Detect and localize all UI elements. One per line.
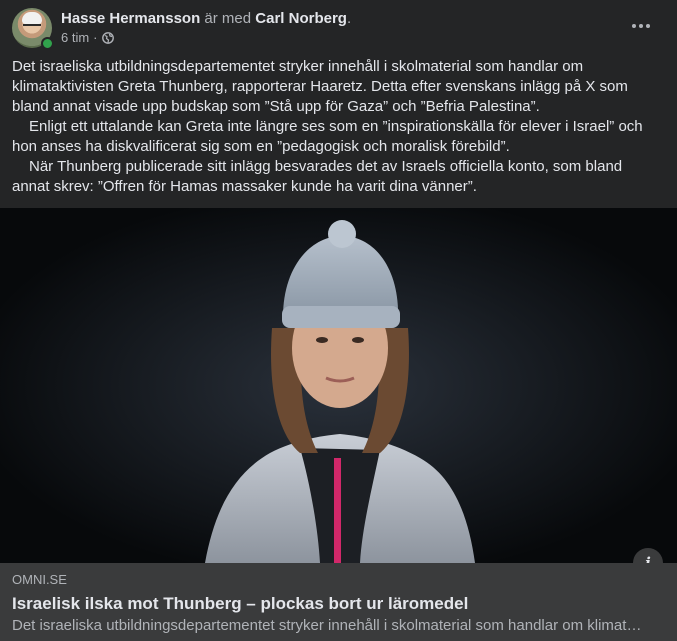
- post-paragraph: När Thunberg publicerade sitt inlägg bes…: [12, 158, 623, 195]
- portrait-photo: [0, 208, 677, 563]
- online-status-icon: [41, 37, 54, 50]
- author-name-link[interactable]: Hasse Hermansson: [61, 10, 200, 27]
- link-title[interactable]: Israelisk ilska mot Thunberg – plockas b…: [12, 593, 468, 615]
- post-paragraph: Enligt ett uttalande kan Greta inte läng…: [12, 118, 643, 155]
- link-preview-image[interactable]: i: [0, 208, 677, 563]
- post-header: Hasse Hermansson är med Carl Norberg. 6 …: [12, 8, 665, 50]
- link-preview-card[interactable]: OMNI.SE Israelisk ilska mot Thunberg – p…: [0, 563, 677, 641]
- facebook-post: Hasse Hermansson är med Carl Norberg. 6 …: [0, 0, 677, 641]
- post-paragraph: Det israeliska utbildningsdepartementet …: [12, 58, 628, 115]
- dot-icon: [639, 24, 643, 28]
- link-source: OMNI.SE: [12, 572, 67, 587]
- avatar-glasses: [23, 24, 41, 31]
- with-text: är med: [204, 10, 252, 27]
- post-text: Det israeliska utbildningsdepartementet …: [12, 57, 662, 197]
- dot-icon: [632, 24, 636, 28]
- globe-icon-svg: [101, 32, 114, 44]
- dot-icon: [646, 24, 650, 28]
- avatar-hair: [22, 12, 42, 24]
- post-meta: 6 tim ·: [61, 30, 114, 46]
- meta-separator: ·: [93, 30, 98, 45]
- post-author-line: Hasse Hermansson är med Carl Norberg.: [61, 10, 351, 28]
- link-description: Det israeliska utbildningsdepartementet …: [12, 617, 647, 634]
- globe-icon[interactable]: [101, 32, 114, 44]
- period: .: [346, 10, 352, 27]
- tagged-person-link[interactable]: Carl Norberg: [255, 10, 347, 27]
- post-timestamp[interactable]: 6 tim: [61, 30, 89, 46]
- more-options-button[interactable]: [629, 18, 653, 34]
